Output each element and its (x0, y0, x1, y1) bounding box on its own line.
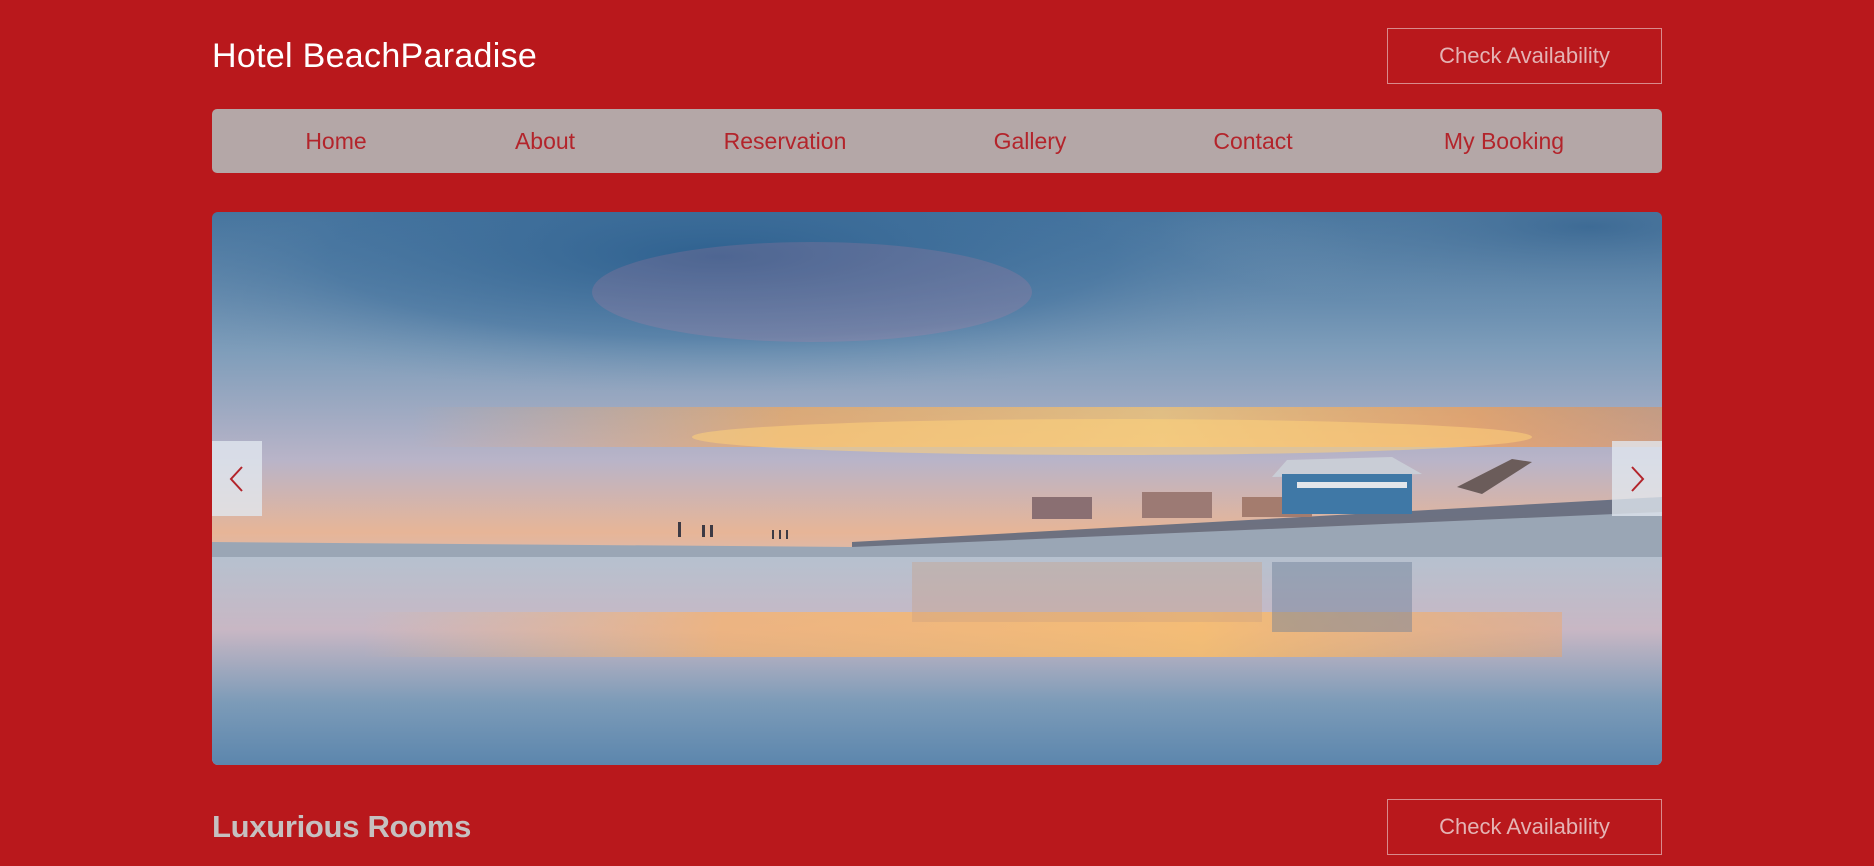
chevron-right-icon (1631, 465, 1645, 492)
section-title: Luxurious Rooms (212, 809, 472, 844)
chevron-left-icon (229, 465, 243, 492)
main-nav: Home About Reservation Gallery Contact M… (212, 109, 1662, 173)
rooms-section-header: Luxurious Rooms Check Availability (212, 799, 1662, 855)
header: Hotel BeachParadise Check Availability (212, 28, 1662, 84)
nav-item-reservation[interactable]: Reservation (724, 109, 847, 173)
nav-item-gallery[interactable]: Gallery (994, 109, 1067, 173)
carousel-prev-button[interactable] (212, 441, 262, 516)
nav-item-my-booking[interactable]: My Booking (1444, 109, 1564, 173)
nav-item-home[interactable]: Home (305, 109, 366, 173)
check-availability-button[interactable]: Check Availability (1387, 28, 1662, 84)
hero-carousel (212, 212, 1662, 765)
check-availability-button-secondary[interactable]: Check Availability (1387, 799, 1662, 855)
page: Hotel BeachParadise Check Availability H… (0, 0, 1874, 866)
carousel-next-button[interactable] (1612, 441, 1662, 516)
nav-item-about[interactable]: About (515, 109, 575, 173)
nav-item-contact[interactable]: Contact (1213, 109, 1292, 173)
brand-title[interactable]: Hotel BeachParadise (212, 37, 537, 76)
beach-sunset-photo (212, 212, 1662, 765)
